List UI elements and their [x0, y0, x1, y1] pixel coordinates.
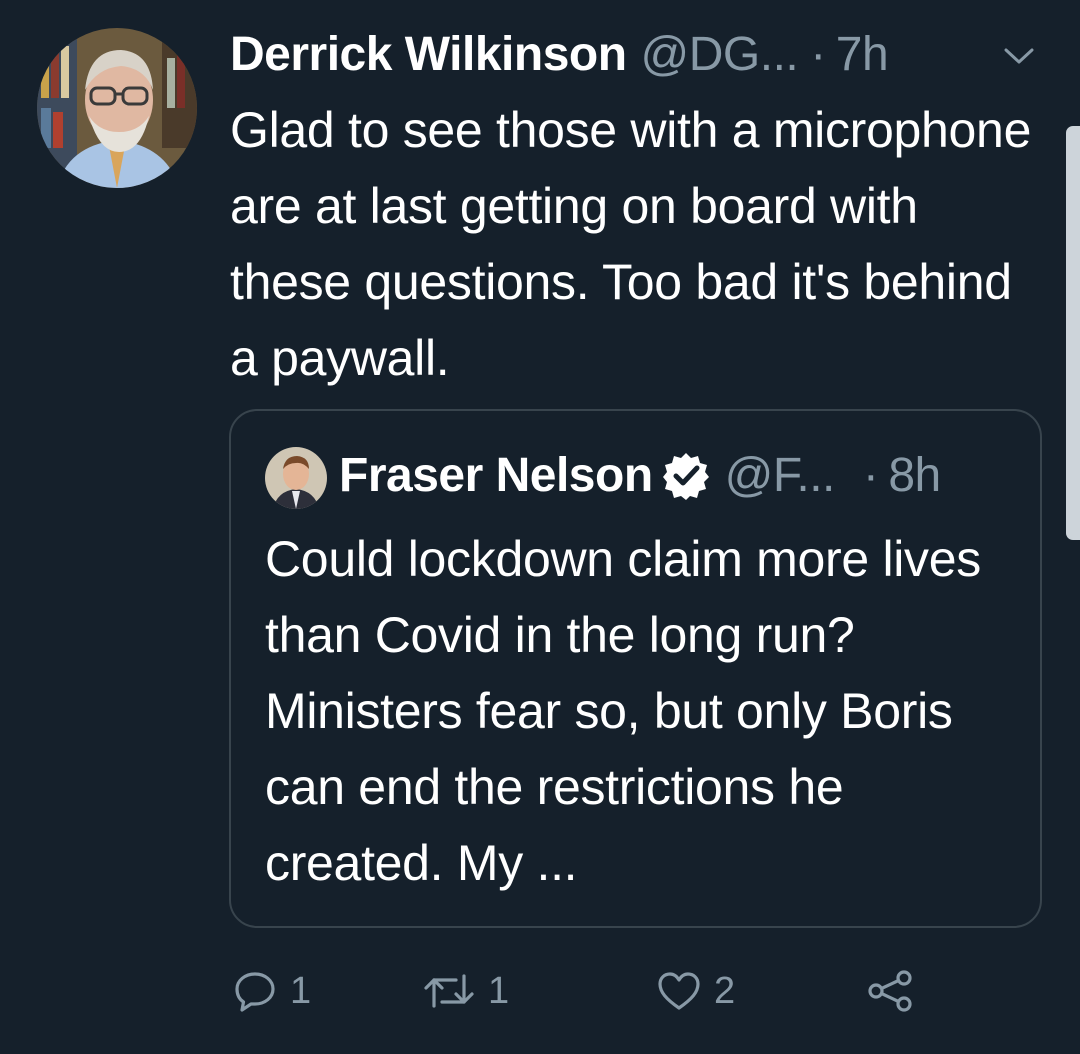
reply-button[interactable]: 1	[232, 966, 311, 1016]
quoted-separator-dot: ·	[862, 448, 879, 502]
avatar-image	[37, 28, 197, 188]
like-button[interactable]: 2	[656, 966, 735, 1016]
quoted-tweet-text: Could lockdown claim more lives than Cov…	[265, 531, 981, 891]
scrollbar-thumb[interactable]	[1066, 126, 1080, 540]
tweet-text: Glad to see those with a microphone are …	[230, 102, 1032, 386]
author-avatar[interactable]	[37, 28, 197, 188]
quoted-author-avatar[interactable]	[265, 447, 327, 509]
chevron-down-icon[interactable]	[1000, 44, 1038, 68]
quoted-avatar-image	[265, 447, 327, 509]
heart-icon	[656, 968, 702, 1014]
tweet[interactable]: Derrick Wilkinson @DG... · 7h Glad to se…	[0, 0, 1080, 1054]
like-count: 2	[714, 969, 736, 1012]
tweet-timestamp[interactable]: 7h	[836, 27, 889, 82]
share-button[interactable]	[866, 966, 916, 1016]
quoted-author-display-name[interactable]: Fraser Nelson	[339, 448, 653, 503]
quoted-tweet-timestamp[interactable]: 8h	[888, 448, 941, 503]
quoted-author-handle[interactable]: @F...	[725, 448, 836, 503]
verified-badge-icon	[661, 450, 711, 500]
separator-dot: ·	[810, 27, 826, 81]
author-handle[interactable]: @DG...	[641, 27, 799, 82]
share-icon	[866, 968, 916, 1014]
author-display-name[interactable]: Derrick Wilkinson	[230, 27, 627, 82]
retweet-count: 1	[488, 969, 510, 1012]
reply-icon	[232, 968, 278, 1014]
quoted-tweet-header: Fraser Nelson @F... · 8h	[339, 443, 941, 507]
reply-count: 1	[290, 969, 312, 1012]
quoted-tweet-card[interactable]: Fraser Nelson @F... · 8h Could lockdown …	[229, 409, 1042, 928]
retweet-icon	[422, 968, 476, 1014]
retweet-button[interactable]: 1	[422, 966, 509, 1016]
tweet-header: Derrick Wilkinson @DG... · 7h	[230, 22, 889, 86]
